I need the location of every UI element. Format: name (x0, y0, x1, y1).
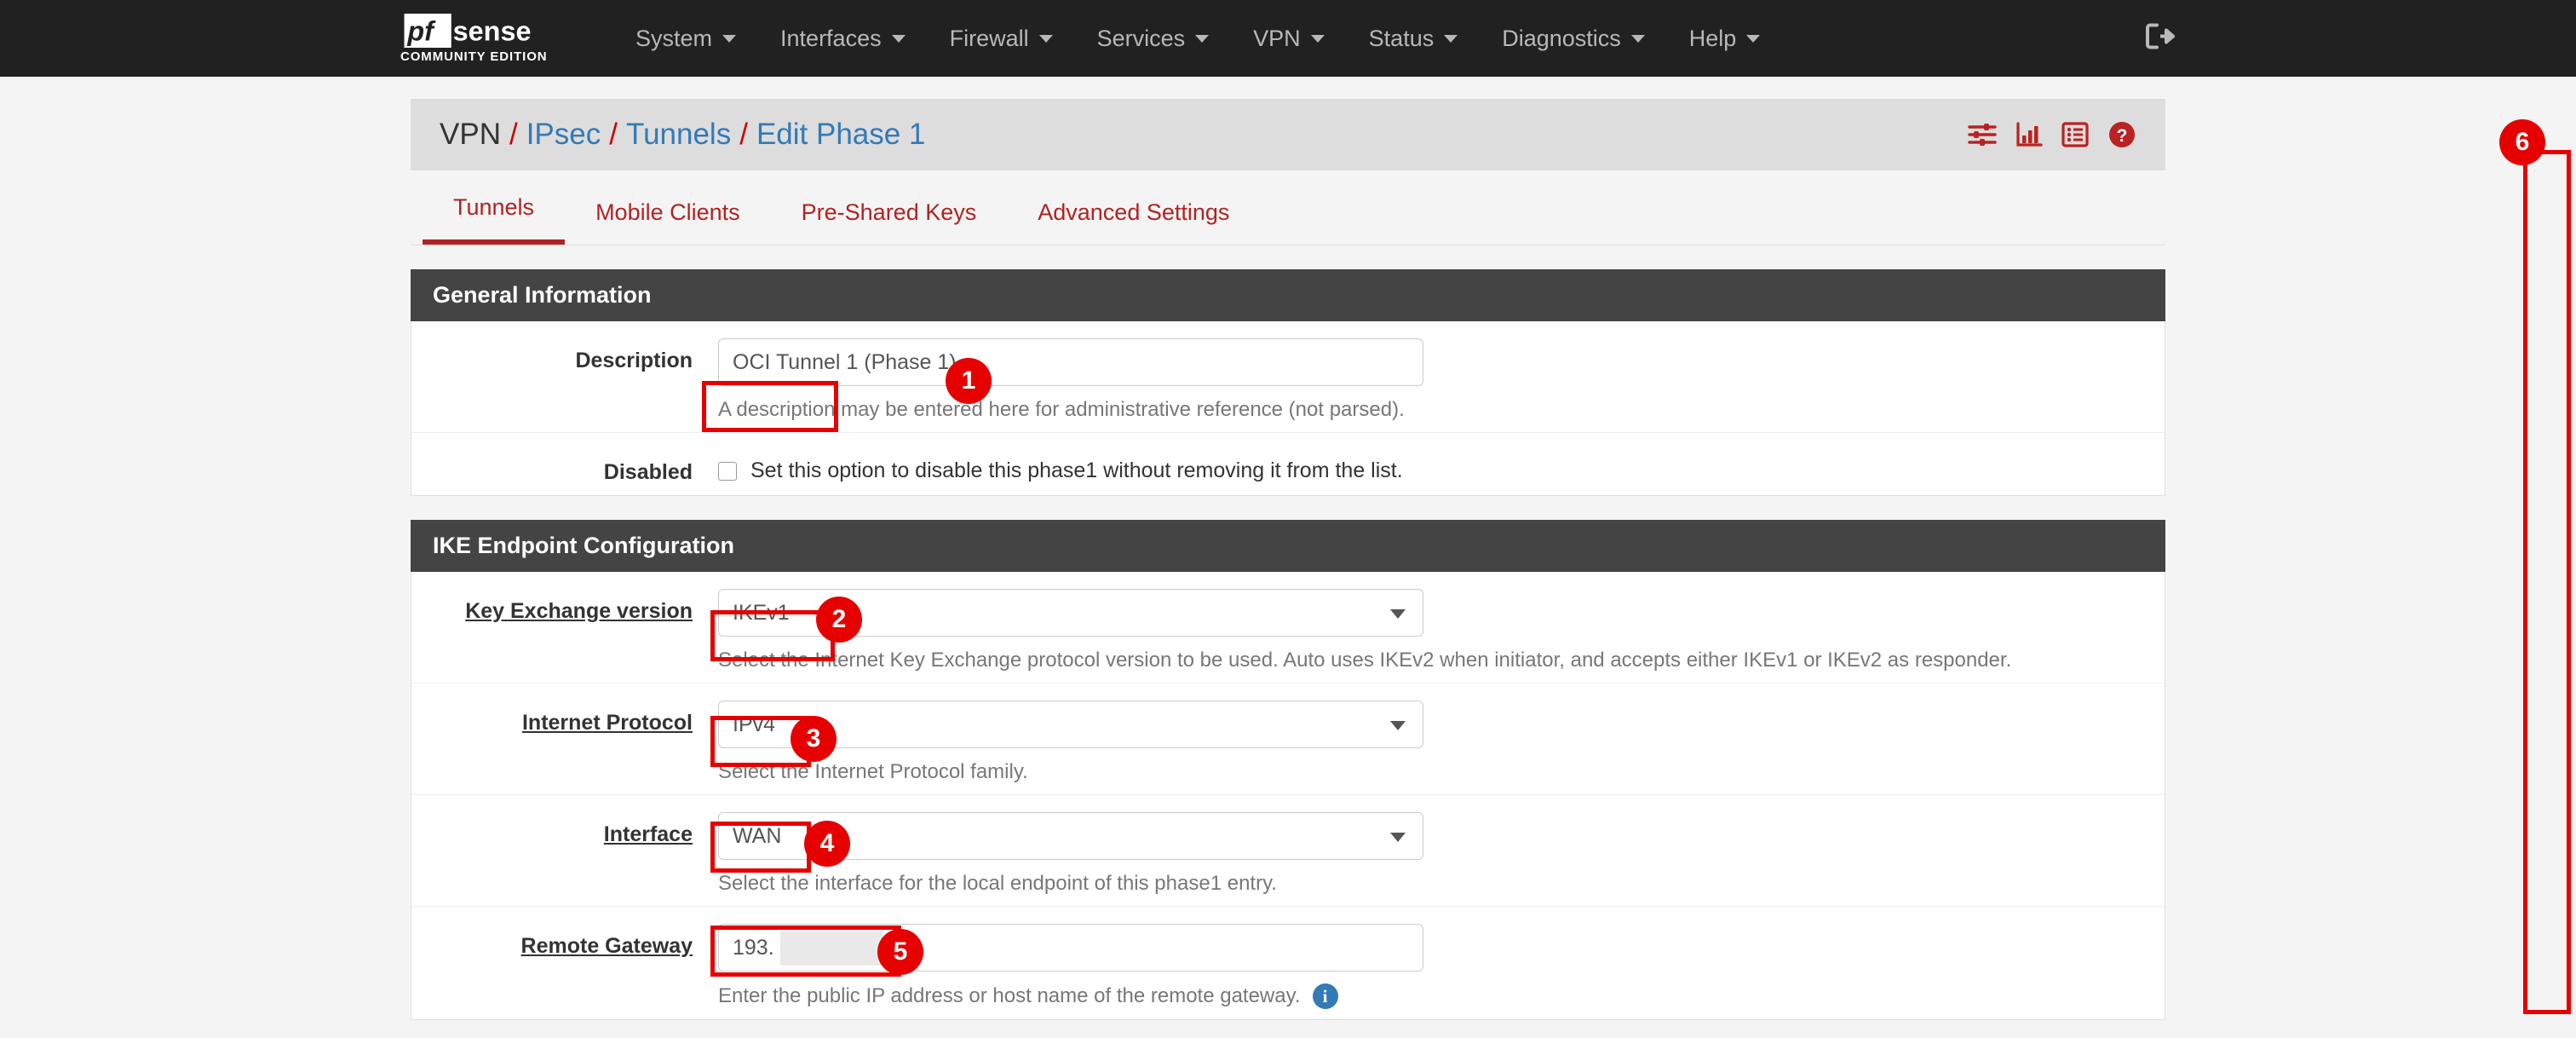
list-icon[interactable] (2061, 122, 2089, 147)
key-exchange-version-row: Key Exchange version IKEv1 Select the In… (411, 572, 2165, 683)
nav-item-label: Help (1688, 25, 1737, 51)
nav-item-vpn[interactable]: VPN (1231, 26, 1347, 52)
remote-gateway-value: 193. (733, 935, 774, 960)
breadcrumb: VPN / IPsec / Tunnels / Edit Phase 1 (440, 118, 925, 152)
bar-chart-icon[interactable] (2015, 122, 2043, 147)
internet-protocol-row: Internet Protocol IPv4 Select the Intern… (411, 683, 2165, 795)
disabled-label: Disabled (603, 460, 693, 484)
description-input[interactable]: OCI Tunnel 1 (Phase 1) (718, 338, 1423, 386)
key-exchange-version-value: IKEv1 (733, 600, 790, 625)
brand-logo-block[interactable]: pf sense COMMUNITY EDITION (400, 0, 562, 77)
tab-bar: Tunnels Mobile Clients Pre-Shared Keys A… (411, 170, 2165, 245)
general-information-panel: General Information Description OCI Tunn… (411, 269, 2165, 496)
internet-protocol-select[interactable]: IPv4 (718, 701, 1423, 748)
svg-text:pf: pf (406, 15, 436, 46)
nav-item-system[interactable]: System (613, 26, 758, 52)
breadcrumb-actions: ? (1968, 120, 2136, 149)
brand-subtitle: COMMUNITY EDITION (400, 49, 548, 64)
nav-item-services[interactable]: Services (1075, 26, 1232, 52)
nav-item-firewall[interactable]: Firewall (928, 26, 1075, 52)
info-icon[interactable]: i (1312, 983, 1338, 1009)
panel-title: General Information (411, 269, 2165, 321)
description-help-text: A description may be entered here for ad… (718, 398, 1405, 421)
breadcrumb-root: VPN (440, 118, 501, 151)
disabled-checkbox[interactable] (718, 461, 737, 481)
key-exchange-version-select[interactable]: IKEv1 (718, 589, 1423, 637)
key-exchange-version-label: Key Exchange version (465, 599, 693, 623)
ike-endpoint-configuration-panel: IKE Endpoint Configuration Key Exchange … (411, 520, 2165, 1020)
annotation-box-6 (2523, 150, 2571, 1014)
chevron-down-icon (1746, 34, 1761, 43)
nav-item-diagnostics[interactable]: Diagnostics (1480, 26, 1667, 52)
breadcrumb-separator: / (739, 118, 748, 151)
nav-menu: System Interfaces Firewall Services VPN … (613, 26, 1782, 52)
disabled-checkbox-label: Set this option to disable this phase1 w… (750, 458, 1403, 482)
description-label: Description (575, 349, 693, 372)
nav-item-help[interactable]: Help (1667, 26, 1783, 52)
tab-label: Tunnels (453, 194, 535, 220)
interface-select[interactable]: WAN (718, 812, 1423, 860)
page-content: VPN / IPsec / Tunnels / Edit Phase 1 ? T… (411, 99, 2165, 1020)
chevron-down-icon (1310, 34, 1325, 43)
internet-protocol-help-text: Select the Internet Protocol family. (718, 760, 1028, 783)
breadcrumb-current: Edit Phase 1 (756, 118, 926, 151)
breadcrumb-link-ipsec[interactable]: IPsec (526, 118, 601, 152)
remote-gateway-input[interactable]: 193. (718, 924, 1423, 972)
sign-out-icon[interactable] (2145, 23, 2176, 55)
tab-pre-shared-keys[interactable]: Pre-Shared Keys (771, 199, 1008, 245)
chevron-down-icon (891, 34, 906, 43)
interface-row: Interface WAN Select the interface for t… (411, 795, 2165, 907)
tab-label: Mobile Clients (595, 199, 740, 225)
chevron-down-icon (1630, 34, 1645, 43)
top-navbar: pf sense COMMUNITY EDITION System Interf… (0, 0, 2576, 77)
breadcrumb-separator: / (609, 118, 618, 151)
key-exchange-version-help-text: Select the Internet Key Exchange protoco… (718, 649, 2012, 672)
nav-item-label: System (635, 25, 713, 51)
annotation-badge-6: 6 (2499, 119, 2545, 165)
nav-item-label: Services (1096, 25, 1186, 51)
nav-item-label: Status (1368, 25, 1435, 51)
svg-text:?: ? (2117, 126, 2128, 146)
internet-protocol-label: Internet Protocol (521, 711, 693, 735)
chevron-down-icon (1195, 34, 1210, 43)
nav-item-label: VPN (1253, 25, 1301, 51)
nav-item-label: Diagnostics (1502, 25, 1621, 51)
breadcrumb-separator: / (509, 118, 518, 151)
nav-item-status[interactable]: Status (1347, 26, 1481, 52)
interface-label: Interface (603, 822, 693, 846)
tab-tunnels[interactable]: Tunnels (423, 194, 566, 245)
nav-item-label: Interfaces (780, 25, 882, 51)
nav-item-label: Firewall (949, 25, 1029, 51)
tab-mobile-clients[interactable]: Mobile Clients (565, 199, 771, 245)
panel-title: IKE Endpoint Configuration (411, 520, 2165, 572)
chevron-down-icon (722, 34, 737, 43)
description-row: Description OCI Tunnel 1 (Phase 1) A des… (411, 321, 2165, 433)
chevron-down-icon (1444, 34, 1458, 43)
tab-label: Pre-Shared Keys (801, 199, 977, 225)
breadcrumb-link-tunnels[interactable]: Tunnels (626, 118, 731, 152)
description-value: OCI Tunnel 1 (Phase 1) (733, 349, 957, 374)
tab-label: Advanced Settings (1038, 199, 1230, 225)
tab-advanced-settings[interactable]: Advanced Settings (1007, 199, 1260, 245)
svg-text:sense: sense (453, 15, 532, 46)
disabled-row: Disabled Set this option to disable this… (411, 433, 2165, 495)
interface-value: WAN (733, 823, 782, 848)
nav-item-interfaces[interactable]: Interfaces (758, 26, 928, 52)
sliders-icon[interactable] (1968, 122, 1997, 147)
pfsense-logo-icon: pf sense (404, 13, 532, 48)
remote-gateway-label: Remote Gateway (520, 934, 693, 958)
remote-gateway-help-text: Enter the public IP address or host name… (718, 984, 1301, 1007)
interface-help-text: Select the interface for the local endpo… (718, 872, 1277, 895)
help-circle-icon[interactable]: ? (2107, 120, 2136, 149)
breadcrumb-bar: VPN / IPsec / Tunnels / Edit Phase 1 ? (411, 99, 2165, 170)
remote-gateway-row: Remote Gateway 193. Enter the public IP … (411, 907, 2165, 1019)
chevron-down-icon (1038, 34, 1053, 43)
internet-protocol-value: IPv4 (733, 712, 776, 736)
redacted-ip-block (780, 931, 883, 966)
